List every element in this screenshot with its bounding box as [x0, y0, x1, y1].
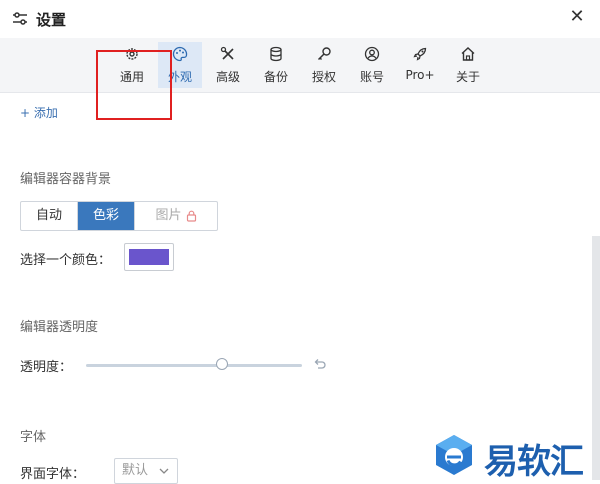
- watermark: 易软汇: [432, 432, 600, 482]
- bg-option-auto[interactable]: 自动: [21, 202, 78, 230]
- bg-option-image[interactable]: 图片: [135, 202, 217, 230]
- tools-icon: [220, 46, 234, 60]
- tab-account[interactable]: 账号: [350, 42, 394, 88]
- undo-icon[interactable]: [313, 357, 327, 371]
- tab-label: 授权: [311, 70, 336, 84]
- bg-option-image-label: 图片: [155, 208, 182, 223]
- tab-bar: 通用 外观 高级 备份 授权 账号 Pro+ 关于: [0, 38, 600, 93]
- tab-advanced[interactable]: 高级: [206, 42, 250, 88]
- tab-pro[interactable]: Pro+: [398, 42, 442, 88]
- watermark-text: 易软汇: [484, 442, 584, 482]
- color-picker[interactable]: [124, 243, 174, 271]
- palette-icon: [172, 46, 188, 62]
- close-button[interactable]: ✕: [568, 8, 586, 26]
- tab-label: 关于: [455, 70, 480, 84]
- rocket-icon: [413, 47, 427, 61]
- key-icon: [317, 47, 331, 61]
- tab-about[interactable]: 关于: [446, 42, 490, 88]
- tab-license[interactable]: 授权: [302, 42, 346, 88]
- tab-label: 高级: [215, 70, 240, 84]
- database-icon: [270, 46, 282, 62]
- background-mode-selector: 自动 色彩 图片: [20, 201, 218, 231]
- gear-icon: [126, 48, 138, 60]
- tab-backup[interactable]: 备份: [254, 42, 298, 88]
- ui-font-select[interactable]: 默认: [114, 458, 178, 484]
- opacity-label: 透明度：: [20, 360, 73, 375]
- tab-label: 外观: [167, 70, 192, 84]
- window-title: 设置: [36, 11, 67, 29]
- tab-label: 通用: [119, 70, 144, 84]
- bg-section-title: 编辑器容器背景: [20, 172, 112, 187]
- ui-font-value: 默认: [122, 463, 149, 478]
- color-swatch: [129, 249, 169, 265]
- home-icon: [461, 47, 475, 61]
- tab-general[interactable]: 通用: [110, 42, 154, 88]
- tab-label: Pro+: [405, 68, 435, 82]
- ui-font-label: 界面字体：: [20, 467, 86, 482]
- chevron-down-icon: [159, 468, 169, 474]
- opacity-slider-track[interactable]: [86, 364, 302, 367]
- lock-icon: [186, 210, 196, 222]
- tab-appearance[interactable]: 外观: [158, 42, 202, 88]
- add-button[interactable]: + 添加: [20, 104, 58, 121]
- tab-label: 账号: [359, 70, 384, 84]
- sliders-icon: [13, 12, 27, 25]
- tab-label: 备份: [263, 70, 288, 84]
- opacity-section-title: 编辑器透明度: [20, 320, 99, 335]
- window-header: 设置 ✕: [0, 0, 600, 38]
- color-label: 选择一个颜色：: [20, 253, 112, 268]
- user-circle-icon: [364, 46, 380, 62]
- opacity-slider-thumb[interactable]: [216, 358, 229, 370]
- watermark-logo-icon: [436, 435, 472, 475]
- bg-option-color[interactable]: 色彩: [78, 202, 135, 230]
- font-section-title: 字体: [20, 430, 47, 445]
